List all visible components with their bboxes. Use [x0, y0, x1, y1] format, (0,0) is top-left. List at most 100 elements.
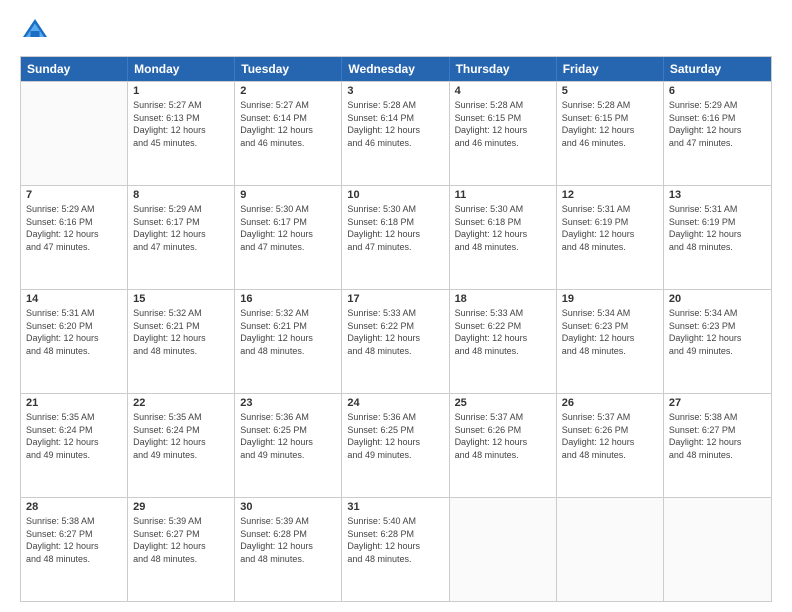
- calendar-cell: 10 Sunrise: 5:30 AM Sunset: 6:18 PM Dayli…: [342, 186, 449, 289]
- day-info: Sunrise: 5:29 AM Sunset: 6:17 PM Dayligh…: [133, 203, 229, 253]
- page: SundayMondayTuesdayWednesdayThursdayFrid…: [0, 0, 792, 612]
- day-number: 1: [133, 85, 229, 97]
- day-number: 28: [26, 501, 122, 513]
- calendar-cell: 6Sunrise: 5:29 AM Sunset: 6:16 PM Daylig…: [664, 82, 771, 185]
- day-number: 11: [455, 189, 551, 201]
- day-number: 12: [562, 189, 658, 201]
- day-info: Sunrise: 5:31 AM Sunset: 6:19 PM Dayligh…: [562, 203, 658, 253]
- day-number: 17: [347, 293, 443, 305]
- day-number: 2: [240, 85, 336, 97]
- calendar-cell: [664, 498, 771, 601]
- day-info: Sunrise: 5:32 AM Sunset: 6:21 PM Dayligh…: [240, 307, 336, 357]
- calendar-cell: 20Sunrise: 5:34 AM Sunset: 6:23 PM Dayli…: [664, 290, 771, 393]
- header: [20, 16, 772, 46]
- day-info: Sunrise: 5:33 AM Sunset: 6:22 PM Dayligh…: [347, 307, 443, 357]
- day-number: 14: [26, 293, 122, 305]
- day-info: Sunrise: 5:31 AM Sunset: 6:19 PM Dayligh…: [669, 203, 766, 253]
- day-info: Sunrise: 5:35 AM Sunset: 6:24 PM Dayligh…: [133, 411, 229, 461]
- calendar-cell: 30Sunrise: 5:39 AM Sunset: 6:28 PM Dayli…: [235, 498, 342, 601]
- calendar-cell: 25 Sunrise: 5:37 AM Sunset: 6:26 PM Dayli…: [450, 394, 557, 497]
- calendar-cell: [450, 498, 557, 601]
- calendar-cell: 31 Sunrise: 5:40 AM Sunset: 6:28 PM Dayli…: [342, 498, 449, 601]
- day-number: 18: [455, 293, 551, 305]
- day-number: 31: [347, 501, 443, 513]
- calendar-cell: 29 Sunrise: 5:39 AM Sunset: 6:27 PM Dayli…: [128, 498, 235, 601]
- day-number: 15: [133, 293, 229, 305]
- day-info: Sunrise: 5:28 AM Sunset: 6:15 PM Dayligh…: [455, 99, 551, 149]
- calendar-row: 7 Sunrise: 5:29 AM Sunset: 6:16 PM Daylig…: [21, 185, 771, 289]
- calendar-cell: 5 Sunrise: 5:28 AM Sunset: 6:15 PM Daylig…: [557, 82, 664, 185]
- calendar-weekday: Tuesday: [235, 57, 342, 81]
- day-number: 22: [133, 397, 229, 409]
- calendar: SundayMondayTuesdayWednesdayThursdayFrid…: [20, 56, 772, 602]
- calendar-header: SundayMondayTuesdayWednesdayThursdayFrid…: [21, 57, 771, 81]
- day-number: 7: [26, 189, 122, 201]
- calendar-cell: 8Sunrise: 5:29 AM Sunset: 6:17 PM Daylig…: [128, 186, 235, 289]
- day-info: Sunrise: 5:39 AM Sunset: 6:27 PM Dayligh…: [133, 515, 229, 565]
- calendar-cell: 23 Sunrise: 5:36 AM Sunset: 6:25 PM Dayli…: [235, 394, 342, 497]
- day-number: 24: [347, 397, 443, 409]
- day-info: Sunrise: 5:28 AM Sunset: 6:15 PM Dayligh…: [562, 99, 658, 149]
- day-info: Sunrise: 5:36 AM Sunset: 6:25 PM Dayligh…: [240, 411, 336, 461]
- day-number: 13: [669, 189, 766, 201]
- calendar-cell: 2 Sunrise: 5:27 AM Sunset: 6:14 PM Daylig…: [235, 82, 342, 185]
- calendar-weekday: Thursday: [450, 57, 557, 81]
- day-info: Sunrise: 5:35 AM Sunset: 6:24 PM Dayligh…: [26, 411, 122, 461]
- calendar-row: 14 Sunrise: 5:31 AM Sunset: 6:20 PM Dayli…: [21, 289, 771, 393]
- day-number: 10: [347, 189, 443, 201]
- day-info: Sunrise: 5:31 AM Sunset: 6:20 PM Dayligh…: [26, 307, 122, 357]
- calendar-cell: 27 Sunrise: 5:38 AM Sunset: 6:27 PM Dayli…: [664, 394, 771, 497]
- calendar-cell: 3 Sunrise: 5:28 AM Sunset: 6:14 PM Daylig…: [342, 82, 449, 185]
- day-number: 9: [240, 189, 336, 201]
- calendar-cell: 13 Sunrise: 5:31 AM Sunset: 6:19 PM Dayli…: [664, 186, 771, 289]
- day-info: Sunrise: 5:39 AM Sunset: 6:28 PM Dayligh…: [240, 515, 336, 565]
- day-number: 19: [562, 293, 658, 305]
- day-info: Sunrise: 5:37 AM Sunset: 6:26 PM Dayligh…: [562, 411, 658, 461]
- calendar-cell: 11 Sunrise: 5:30 AM Sunset: 6:18 PM Dayli…: [450, 186, 557, 289]
- day-info: Sunrise: 5:40 AM Sunset: 6:28 PM Dayligh…: [347, 515, 443, 565]
- day-info: Sunrise: 5:30 AM Sunset: 6:18 PM Dayligh…: [455, 203, 551, 253]
- calendar-weekday: Wednesday: [342, 57, 449, 81]
- calendar-cell: 21 Sunrise: 5:35 AM Sunset: 6:24 PM Dayli…: [21, 394, 128, 497]
- day-info: Sunrise: 5:36 AM Sunset: 6:25 PM Dayligh…: [347, 411, 443, 461]
- calendar-cell: 1 Sunrise: 5:27 AM Sunset: 6:13 PM Daylig…: [128, 82, 235, 185]
- calendar-cell: 17 Sunrise: 5:33 AM Sunset: 6:22 PM Dayli…: [342, 290, 449, 393]
- calendar-cell: 9Sunrise: 5:30 AM Sunset: 6:17 PM Daylig…: [235, 186, 342, 289]
- day-info: Sunrise: 5:29 AM Sunset: 6:16 PM Dayligh…: [26, 203, 122, 253]
- calendar-body: 1 Sunrise: 5:27 AM Sunset: 6:13 PM Daylig…: [21, 81, 771, 601]
- day-number: 20: [669, 293, 766, 305]
- calendar-cell: 19 Sunrise: 5:34 AM Sunset: 6:23 PM Dayli…: [557, 290, 664, 393]
- day-number: 5: [562, 85, 658, 97]
- day-info: Sunrise: 5:37 AM Sunset: 6:26 PM Dayligh…: [455, 411, 551, 461]
- day-info: Sunrise: 5:30 AM Sunset: 6:18 PM Dayligh…: [347, 203, 443, 253]
- calendar-cell: 16Sunrise: 5:32 AM Sunset: 6:21 PM Dayli…: [235, 290, 342, 393]
- calendar-cell: 22 Sunrise: 5:35 AM Sunset: 6:24 PM Dayli…: [128, 394, 235, 497]
- day-number: 25: [455, 397, 551, 409]
- day-number: 27: [669, 397, 766, 409]
- calendar-cell: 24 Sunrise: 5:36 AM Sunset: 6:25 PM Dayli…: [342, 394, 449, 497]
- day-info: Sunrise: 5:27 AM Sunset: 6:14 PM Dayligh…: [240, 99, 336, 149]
- calendar-cell: [557, 498, 664, 601]
- calendar-cell: 12 Sunrise: 5:31 AM Sunset: 6:19 PM Dayli…: [557, 186, 664, 289]
- calendar-row: 1 Sunrise: 5:27 AM Sunset: 6:13 PM Daylig…: [21, 81, 771, 185]
- calendar-weekday: Sunday: [21, 57, 128, 81]
- calendar-cell: 28Sunrise: 5:38 AM Sunset: 6:27 PM Dayli…: [21, 498, 128, 601]
- day-number: 3: [347, 85, 443, 97]
- logo-icon: [20, 16, 50, 46]
- logo: [20, 16, 54, 46]
- day-number: 29: [133, 501, 229, 513]
- day-info: Sunrise: 5:34 AM Sunset: 6:23 PM Dayligh…: [562, 307, 658, 357]
- day-info: Sunrise: 5:28 AM Sunset: 6:14 PM Dayligh…: [347, 99, 443, 149]
- day-info: Sunrise: 5:38 AM Sunset: 6:27 PM Dayligh…: [669, 411, 766, 461]
- day-info: Sunrise: 5:27 AM Sunset: 6:13 PM Dayligh…: [133, 99, 229, 149]
- calendar-cell: 18 Sunrise: 5:33 AM Sunset: 6:22 PM Dayli…: [450, 290, 557, 393]
- day-number: 26: [562, 397, 658, 409]
- day-number: 21: [26, 397, 122, 409]
- day-number: 23: [240, 397, 336, 409]
- calendar-cell: 4Sunrise: 5:28 AM Sunset: 6:15 PM Daylig…: [450, 82, 557, 185]
- day-info: Sunrise: 5:29 AM Sunset: 6:16 PM Dayligh…: [669, 99, 766, 149]
- calendar-weekday: Monday: [128, 57, 235, 81]
- day-info: Sunrise: 5:33 AM Sunset: 6:22 PM Dayligh…: [455, 307, 551, 357]
- day-info: Sunrise: 5:32 AM Sunset: 6:21 PM Dayligh…: [133, 307, 229, 357]
- calendar-cell: 26 Sunrise: 5:37 AM Sunset: 6:26 PM Dayli…: [557, 394, 664, 497]
